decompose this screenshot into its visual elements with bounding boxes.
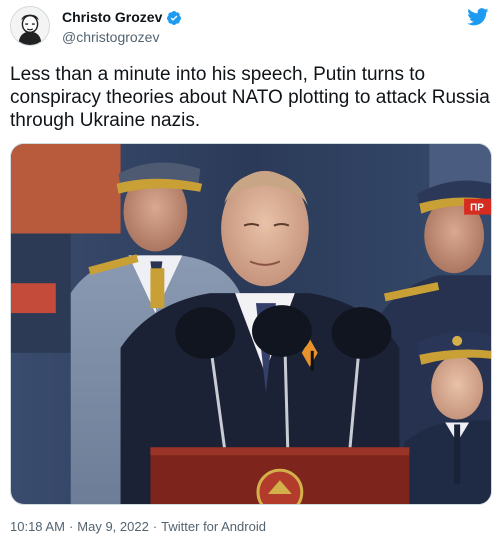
tweet-time[interactable]: 10:18 AM — [10, 519, 65, 535]
verified-badge-icon — [167, 10, 182, 25]
tweet-text: Less than a minute into his speech, Puti… — [10, 64, 490, 131]
twitter-bird-icon[interactable] — [467, 8, 489, 26]
meta-separator: · — [68, 519, 74, 534]
meta-separator-2: · — [152, 519, 158, 534]
author-info: Christo Grozev @christogrozev — [62, 9, 182, 46]
tweet-card: Christo Grozev @christogrozev Less than … — [0, 0, 503, 540]
media-corner-badge: ПР — [470, 203, 484, 214]
tweet-date[interactable]: May 9, 2022 — [77, 519, 149, 535]
tweet-source[interactable]: Twitter for Android — [161, 519, 266, 535]
speech-photo: ПР — [11, 144, 491, 504]
author-display-name[interactable]: Christo Grozev — [62, 9, 162, 26]
author-avatar[interactable] — [10, 6, 50, 46]
tweet-metadata: 10:18 AM · May 9, 2022 · Twitter for And… — [10, 519, 266, 535]
avatar-portrait — [11, 7, 49, 45]
author-handle[interactable]: @christogrozev — [62, 28, 182, 46]
tweet-media-photo[interactable]: ПР — [10, 143, 492, 505]
